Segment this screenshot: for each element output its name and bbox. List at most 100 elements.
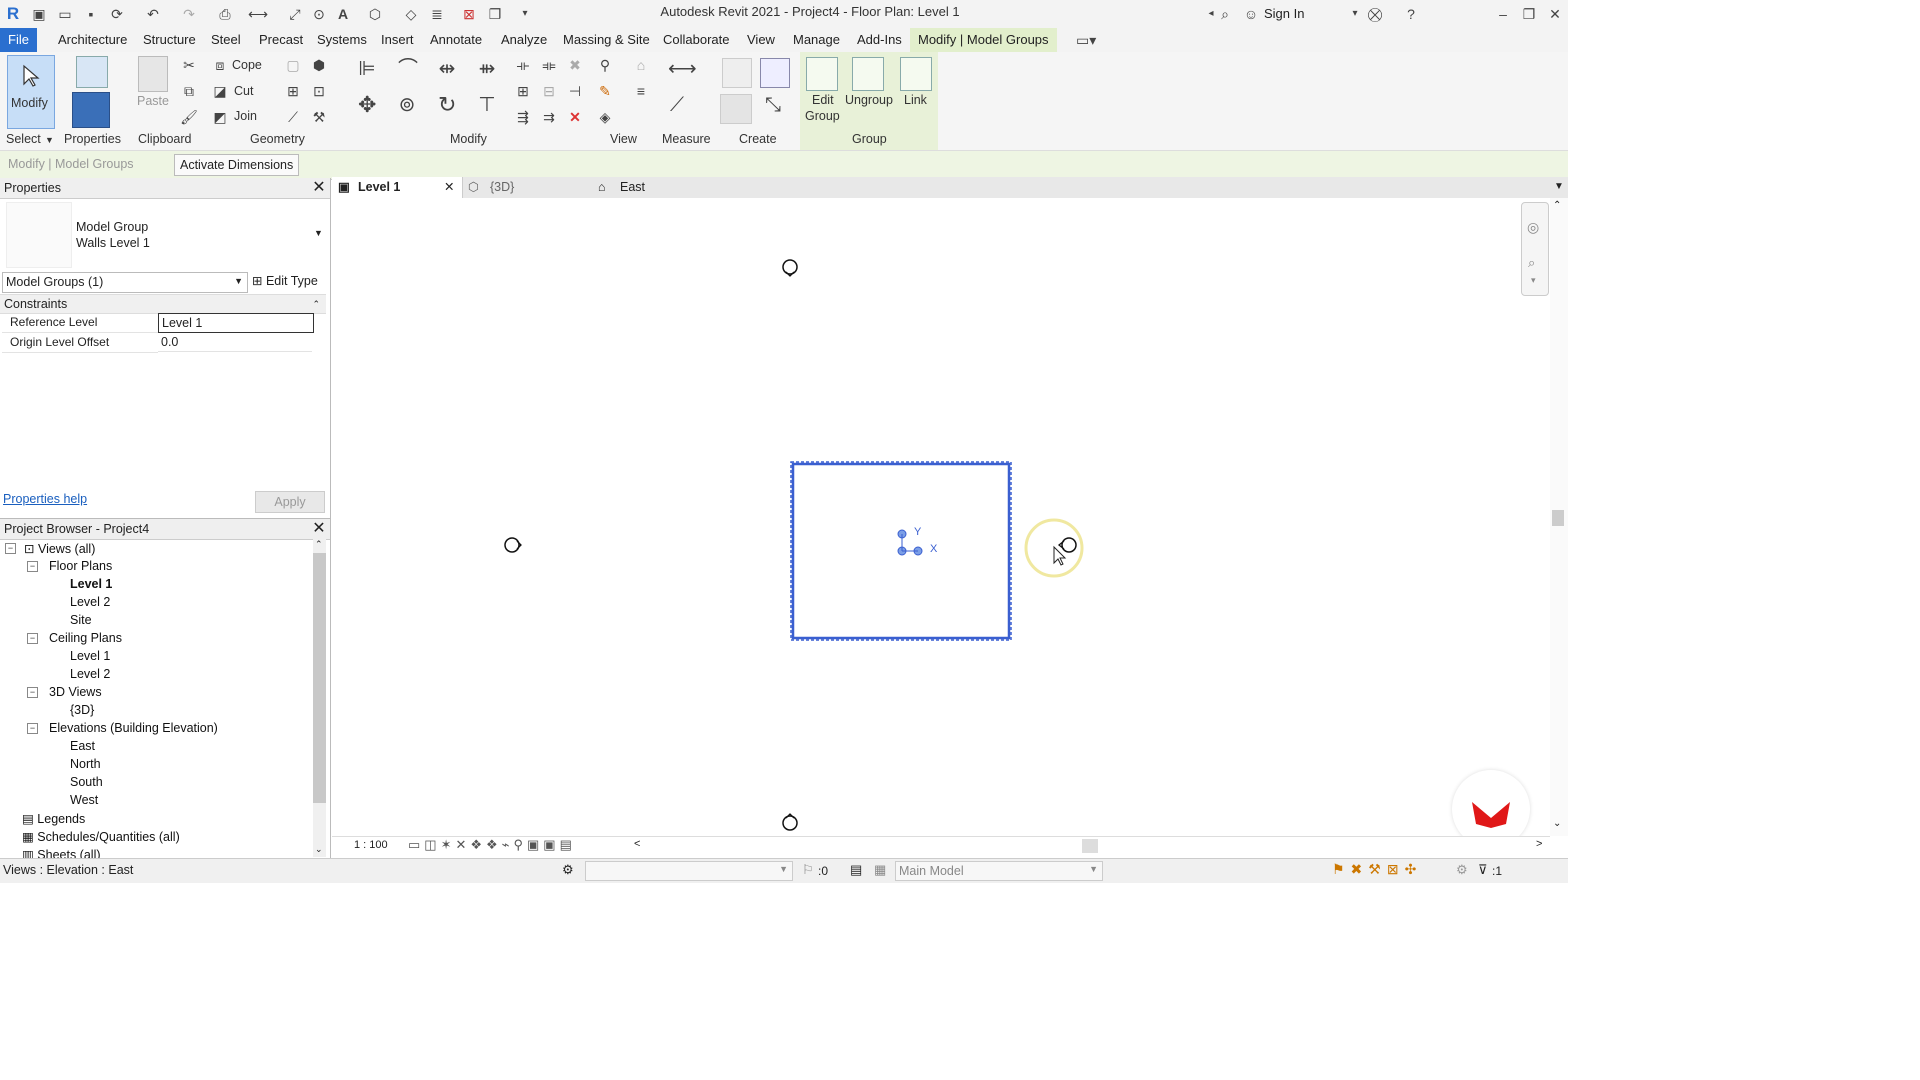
ungroup-icon[interactable] <box>852 57 884 91</box>
collapse-icon[interactable]: − <box>5 543 16 554</box>
create-similar-icon[interactable] <box>760 58 790 88</box>
hide-icon[interactable]: ≡ <box>632 82 650 100</box>
elevation-marker-east[interactable] <box>1057 537 1077 553</box>
switch-windows-icon[interactable]: ❐ <box>486 5 504 23</box>
cope-icon[interactable]: ⧈ <box>211 56 229 74</box>
tab-modify-model-groups[interactable]: Modify | Model Groups <box>910 28 1057 52</box>
canvas-vertical-scrollbar[interactable]: ⌃ ⌄ <box>1550 198 1568 836</box>
beam-join-icon[interactable]: ⟋ <box>284 108 302 126</box>
tab-precast[interactable]: Precast <box>251 28 311 52</box>
linework-icon[interactable]: ⌂ <box>632 56 650 74</box>
redo-icon[interactable]: ↷ <box>180 5 198 23</box>
delete-icon[interactable]: ✕ <box>566 108 584 126</box>
origin-level-offset-field[interactable]: 0.0 <box>158 333 312 352</box>
wall-joins-icon[interactable]: ⊞ <box>284 82 302 100</box>
properties-help-link[interactable]: Properties help <box>3 492 87 506</box>
cut-icon[interactable]: ✂ <box>180 56 198 74</box>
cart-icon[interactable]: ⛒ <box>1366 5 1384 23</box>
design-options-icon[interactable]: ▤ <box>850 862 862 878</box>
help-icon[interactable]: ? <box>1402 5 1420 23</box>
ungroup-button[interactable]: Ungroup <box>845 93 893 107</box>
brush-icon[interactable]: ✎ <box>596 82 614 100</box>
close-icon[interactable]: ✕ <box>444 177 454 198</box>
type-properties-icon[interactable] <box>76 56 108 88</box>
pin-icon[interactable]: ⊣ <box>566 82 584 100</box>
activate-dimensions-button[interactable]: Activate Dimensions <box>174 154 300 176</box>
close-icon[interactable]: ✕ <box>311 521 327 537</box>
tree-item-3d-views[interactable]: 3D Views <box>49 685 102 699</box>
type-selector-chevron-icon[interactable]: ▼ <box>314 228 323 238</box>
create-assembly-icon[interactable]: ⤡ <box>764 95 782 115</box>
steering-wheel-icon[interactable]: ◎ <box>1527 219 1539 236</box>
scroll-down-icon[interactable]: ⌄ <box>315 844 323 855</box>
copy-icon[interactable]: ⧉ <box>180 82 198 100</box>
join-label[interactable]: Join <box>234 109 257 123</box>
scroll-right-icon[interactable]: > <box>1536 838 1542 850</box>
demolish-icon[interactable]: ⊡ <box>310 82 328 100</box>
design-options-2-icon[interactable]: ▦ <box>874 862 886 878</box>
home-icon[interactable]: ▣ <box>30 5 48 23</box>
tree-item-north[interactable]: North <box>70 757 101 771</box>
dimension-icon[interactable]: ⤢ <box>286 5 304 23</box>
tab-file[interactable]: File <box>0 28 37 52</box>
edit-type-button[interactable]: ⊞ Edit Type <box>252 272 318 291</box>
tab-view[interactable]: View <box>739 28 783 52</box>
tab-structure[interactable]: Structure <box>135 28 204 52</box>
scroll-up-icon[interactable]: ⌃ <box>1553 200 1561 211</box>
tab-massing-site[interactable]: Massing & Site <box>555 28 658 52</box>
split-icon[interactable]: ⟛ <box>514 56 532 74</box>
trim-multiple-icon[interactable]: ⇉ <box>540 108 558 126</box>
unpin-icon[interactable]: ✖ <box>566 56 584 74</box>
collapse-icon[interactable]: − <box>27 561 38 572</box>
tree-item-floor-level-1[interactable]: Level 1 <box>70 577 112 591</box>
text-icon[interactable]: A <box>334 5 352 23</box>
tree-item-west[interactable]: West <box>70 793 98 807</box>
editable-only-icon[interactable]: ⚐ <box>802 862 814 878</box>
open-icon[interactable]: ▭ <box>56 5 74 23</box>
create-parts-icon[interactable] <box>720 94 752 124</box>
select-dropdown[interactable]: Select <box>6 132 41 146</box>
view-lines-icon[interactable]: ◈ <box>596 108 614 126</box>
browser-scrollbar[interactable]: ⌃ ⌄ <box>313 539 326 857</box>
user-icon[interactable]: ☺ <box>1242 5 1260 23</box>
selection-toggle-icons[interactable]: ⚑✖⚒⊠✣ <box>1332 861 1422 878</box>
edit-group-icon[interactable] <box>806 57 838 91</box>
scale-selector[interactable]: 1 : 100 <box>354 839 388 851</box>
3d-view-icon[interactable]: ⬡ <box>366 5 384 23</box>
save-icon[interactable]: ▪ <box>82 5 100 23</box>
tab-collaborate[interactable]: Collaborate <box>655 28 738 52</box>
scroll-left-icon[interactable]: < <box>634 838 640 850</box>
cope-label[interactable]: Cope <box>232 58 262 72</box>
instance-filter-select[interactable]: Model Groups (1) ▼ <box>2 272 248 293</box>
revit-logo-icon[interactable]: R <box>4 5 22 23</box>
drawing-canvas[interactable]: Y X ◎ ⌕ ▾ <box>332 198 1550 848</box>
restore-icon[interactable]: ❐ <box>1520 5 1538 23</box>
view-tab-level-1[interactable]: ▣ Level 1 ✕ <box>332 177 463 198</box>
join-icon[interactable]: ◩ <box>211 108 229 126</box>
match-type-icon[interactable]: 🖌 <box>180 108 198 126</box>
undo-icon[interactable]: ↶ <box>144 5 162 23</box>
background-processes-icon[interactable]: ⚙ <box>1456 862 1468 878</box>
tree-item-south[interactable]: South <box>70 775 103 789</box>
rotate-icon[interactable]: ↻ <box>438 94 456 116</box>
close-icon[interactable]: ✕ <box>1546 5 1564 23</box>
tree-item-legends[interactable]: ▤ Legends <box>22 811 85 826</box>
tree-item-east[interactable]: East <box>70 739 95 753</box>
tree-item-ceiling-level-1[interactable]: Level 1 <box>70 649 110 663</box>
elevation-marker-south[interactable] <box>782 813 798 831</box>
create-group-icon[interactable] <box>722 58 752 88</box>
scale-icon[interactable]: ⊟ <box>540 82 558 100</box>
collapse-icon[interactable]: − <box>27 723 38 734</box>
tree-item-elevations[interactable]: Elevations (Building Elevation) <box>49 721 218 735</box>
close-icon[interactable]: ✕ <box>311 180 327 196</box>
scrollbar-thumb[interactable] <box>313 553 326 803</box>
mirror-draw-icon[interactable]: ⇻ <box>478 59 496 79</box>
copy-element-icon[interactable]: ⊚ <box>398 95 416 115</box>
filter-icon[interactable]: ⊽ <box>1478 862 1488 878</box>
view-tab-east[interactable]: ⌂ East <box>594 177 720 198</box>
tree-item-floor-plans[interactable]: Floor Plans <box>49 559 112 573</box>
thin-lines-icon[interactable]: ≣ <box>428 5 446 23</box>
tab-insert[interactable]: Insert <box>373 28 422 52</box>
tag-icon[interactable]: ⊙ <box>310 5 328 23</box>
tab-architecture[interactable]: Architecture <box>50 28 135 52</box>
